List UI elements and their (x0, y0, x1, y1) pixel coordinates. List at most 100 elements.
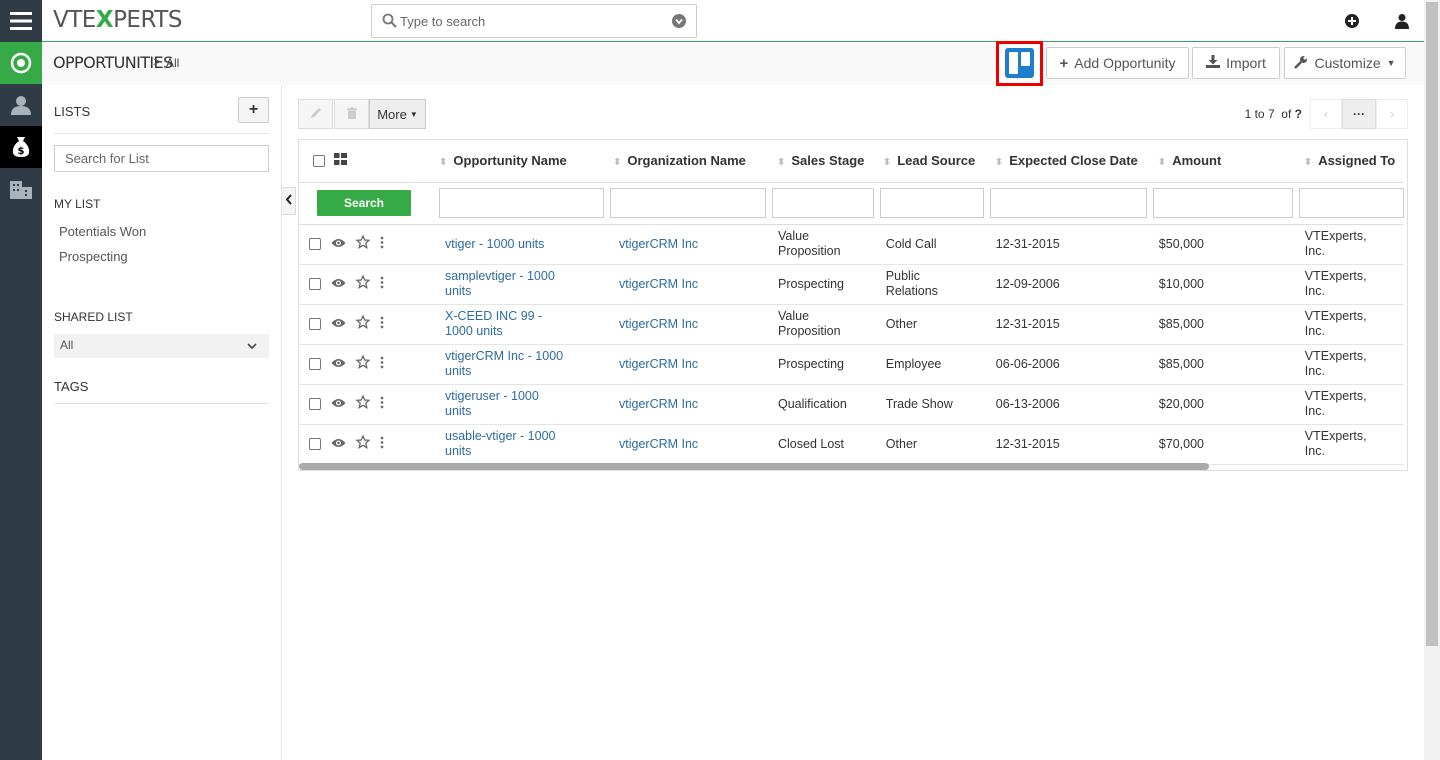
add-list-button[interactable]: + (238, 97, 269, 123)
row-checkbox[interactable] (309, 358, 321, 370)
menu-icon[interactable] (0, 0, 42, 42)
select-all-checkbox[interactable] (313, 154, 325, 167)
add-opportunity-button[interactable]: + Add Opportunity (1046, 47, 1189, 79)
filter-amount[interactable] (1152, 188, 1293, 218)
kebab-menu-icon[interactable] (380, 276, 384, 293)
kebab-menu-icon[interactable] (380, 356, 384, 373)
brand-logo[interactable]: VTEXPERTS (53, 7, 182, 33)
sales-stage-value: Value Proposition (778, 309, 841, 338)
page-jump-button[interactable]: ··· (1342, 99, 1376, 129)
horizontal-scrollbar[interactable] (299, 463, 1209, 470)
search-icon (382, 13, 397, 31)
filter-expected-close-date[interactable] (989, 188, 1147, 218)
eye-icon[interactable] (331, 437, 346, 452)
chevron-down-icon[interactable] (672, 14, 686, 31)
opportunity-link[interactable]: vtigeruser - 1000 units (445, 389, 539, 418)
eye-icon[interactable] (331, 357, 346, 372)
delete-button[interactable] (334, 99, 369, 129)
eye-icon[interactable] (331, 317, 346, 332)
search-input[interactable] (400, 12, 660, 30)
more-button[interactable]: More ▼ (369, 99, 426, 129)
kanban-view-button[interactable] (996, 41, 1043, 86)
opportunity-link[interactable]: samplevtiger - 1000 units (445, 269, 555, 298)
assigned-to-value: VTExperts, Inc. (1304, 429, 1367, 458)
prev-page-button[interactable]: ‹ (1310, 99, 1342, 129)
table-row[interactable]: vtiger - 1000 units vtigerCRM Inc Value Pr… (299, 224, 1404, 265)
table-row[interactable]: X-CEED INC 99 - 1000 units vtigerCRM Inc V… (299, 304, 1404, 345)
cell-expected-close-date: 12-31-2015 (986, 224, 1150, 265)
list-search-input[interactable] (54, 145, 269, 172)
organization-link[interactable]: vtigerCRM Inc (619, 277, 698, 291)
kebab-menu-icon[interactable] (380, 236, 384, 253)
table-row[interactable]: samplevtiger - 1000 units vtigerCRM Inc Pr… (299, 264, 1404, 305)
organization-link[interactable]: vtigerCRM Inc (619, 357, 698, 371)
filter-organization-name[interactable] (610, 188, 766, 218)
money-bag-icon[interactable]: $ (0, 126, 42, 168)
column-header-lead-source[interactable]: ⬍ Lead Source (876, 140, 987, 183)
star-icon[interactable] (355, 274, 371, 293)
organization-link[interactable]: vtigerCRM Inc (619, 437, 698, 451)
filter-cell (1149, 182, 1296, 225)
building-icon[interactable] (0, 168, 42, 210)
next-page-button[interactable]: › (1376, 99, 1408, 129)
filter-assigned-to[interactable] (1298, 188, 1404, 218)
kebab-menu-icon[interactable] (380, 436, 384, 453)
row-checkbox[interactable] (309, 238, 321, 250)
row-checkbox[interactable] (309, 438, 321, 450)
vertical-scrollbar[interactable] (1424, 0, 1440, 760)
customize-button[interactable]: Customize ▼ (1284, 47, 1406, 79)
list-item[interactable]: Prospecting (59, 249, 128, 264)
eye-icon[interactable] (331, 397, 346, 412)
row-checkbox[interactable] (309, 278, 321, 290)
eye-icon[interactable] (331, 277, 346, 292)
row-checkbox[interactable] (309, 398, 321, 410)
column-header-sales-stage[interactable]: ⬍ Sales Stage (769, 140, 877, 183)
eye-icon[interactable] (331, 237, 346, 252)
star-icon[interactable] (355, 434, 371, 453)
organization-link[interactable]: vtigerCRM Inc (619, 237, 698, 251)
cell-expected-close-date: 12-31-2015 (986, 424, 1150, 465)
user-icon[interactable] (0, 84, 42, 126)
filter-row: Search (299, 182, 1404, 225)
kebab-menu-icon[interactable] (380, 316, 384, 333)
column-header-expected-close-date[interactable]: ⬍ Expected Close Date (986, 140, 1150, 183)
star-icon[interactable] (355, 314, 371, 333)
opportunity-link[interactable]: usable-vtiger - 1000 units (445, 429, 555, 458)
edit-button[interactable] (298, 99, 333, 129)
target-icon[interactable] (0, 42, 42, 84)
sort-icon: ⬍ (882, 157, 892, 169)
organization-link[interactable]: vtigerCRM Inc (619, 397, 698, 411)
column-header-organization-name[interactable]: ⬍ Organization Name (607, 140, 769, 183)
list-item[interactable]: Potentials Won (59, 224, 146, 239)
sales-stage-value: Prospecting (778, 356, 845, 371)
filter-opportunity-name[interactable] (439, 188, 604, 218)
filter-lead-source[interactable] (879, 188, 984, 218)
filter-sales-stage[interactable] (772, 188, 874, 218)
add-circle-icon[interactable] (1344, 13, 1360, 29)
star-icon[interactable] (355, 234, 371, 253)
star-icon[interactable] (355, 354, 371, 373)
opportunity-link[interactable]: vtiger - 1000 units (445, 237, 544, 251)
table-row[interactable]: usable-vtiger - 1000 units vtigerCRM Inc C… (299, 424, 1404, 465)
sort-icon: ⬍ (613, 157, 622, 169)
total-count-link[interactable]: ? (1295, 107, 1302, 121)
organization-link[interactable]: vtigerCRM Inc (619, 317, 698, 331)
column-header-amount[interactable]: ⬍ Amount (1149, 140, 1296, 183)
column-header-opportunity-name[interactable]: ⬍ Opportunity Name (433, 140, 607, 183)
user-profile-icon[interactable] (1394, 13, 1410, 29)
table-row[interactable]: vtigerCRM Inc - 1000 units vtigerCRM Inc P… (299, 344, 1404, 385)
opportunity-link[interactable]: vtigerCRM Inc - 1000 units (445, 349, 563, 378)
table-row[interactable]: vtigeruser - 1000 units vtigerCRM Inc Qual… (299, 384, 1404, 425)
column-label: Organization Name (627, 153, 746, 169)
search-button[interactable]: Search (317, 190, 411, 216)
star-icon[interactable] (355, 394, 371, 413)
column-header-assigned-to[interactable]: ⬍ Assigned To (1295, 140, 1404, 183)
grid-icon[interactable] (334, 153, 347, 168)
scrollbar-thumb[interactable] (1426, 2, 1438, 646)
import-button[interactable]: Import (1192, 47, 1280, 79)
add-opportunity-label: Add Opportunity (1074, 55, 1176, 71)
opportunity-link[interactable]: X-CEED INC 99 - 1000 units (445, 309, 542, 338)
row-checkbox[interactable] (309, 318, 321, 330)
kebab-menu-icon[interactable] (380, 396, 384, 413)
shared-list-select[interactable]: All (54, 334, 269, 358)
